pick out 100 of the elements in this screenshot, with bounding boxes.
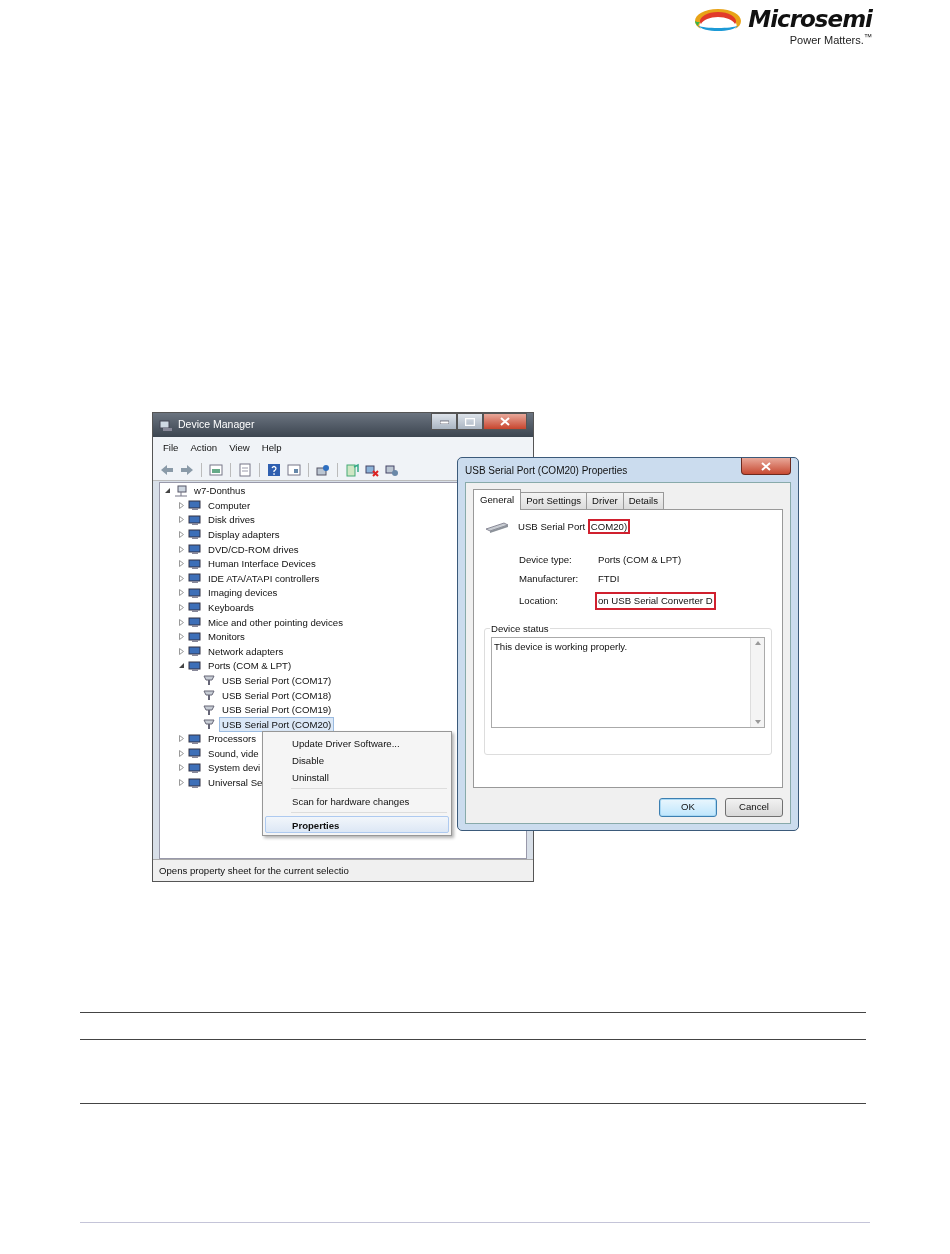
- maximize-button[interactable]: [457, 413, 483, 430]
- expand-arrow-icon[interactable]: [178, 779, 185, 787]
- tree-item[interactable]: Human Interface Devices: [205, 556, 319, 572]
- tree-item[interactable]: Universal Se: [205, 775, 266, 791]
- sheet-icon: [238, 462, 252, 477]
- close-icon: [500, 417, 510, 426]
- menu-item[interactable]: Help: [261, 441, 282, 456]
- device-icon: [188, 543, 202, 556]
- device-manager-icon: [159, 418, 173, 432]
- expand-arrow-icon[interactable]: [178, 516, 185, 524]
- collapse-arrow-icon[interactable]: [178, 662, 185, 670]
- device-icon: [188, 761, 202, 774]
- tree-item[interactable]: Computer: [205, 497, 254, 513]
- property-label: Manufacturer:: [519, 572, 579, 587]
- device-icon: [188, 499, 202, 512]
- expand-arrow-icon[interactable]: [178, 735, 185, 743]
- tree-item[interactable]: Ports (COM & LPT): [205, 658, 295, 674]
- collapse-arrow-icon[interactable]: [164, 487, 171, 495]
- tree-item[interactable]: Monitors: [205, 629, 248, 645]
- tree-item[interactable]: Display adapters: [205, 526, 283, 542]
- tree-item[interactable]: DVD/CD-ROM drives: [205, 541, 302, 557]
- window-title: Device Manager: [178, 417, 255, 433]
- tab[interactable]: Details: [622, 492, 664, 510]
- tree-item[interactable]: USB Serial Port (COM18): [219, 687, 335, 703]
- menu-item[interactable]: Scan for hardware changes: [265, 792, 449, 809]
- expand-arrow-icon[interactable]: [178, 501, 185, 509]
- connector-icon: [202, 689, 216, 701]
- network-computer-icon: [174, 484, 188, 497]
- toolbar-button[interactable]: [208, 461, 224, 478]
- dialog-button[interactable]: Cancel: [725, 798, 783, 817]
- menu-item[interactable]: Properties: [265, 816, 449, 833]
- expand-arrow-icon[interactable]: [178, 545, 185, 553]
- property-label: Device type:: [519, 552, 572, 567]
- tree-item[interactable]: USB Serial Port (COM19): [219, 702, 335, 718]
- tree-item[interactable]: IDE ATA/ATAPI controllers: [205, 570, 323, 586]
- serial-port-icon: [484, 520, 510, 535]
- tab[interactable]: Driver: [586, 492, 624, 510]
- tree-item[interactable]: Sound, vide: [205, 745, 262, 761]
- expand-arrow-icon[interactable]: [178, 603, 185, 611]
- expand-arrow-icon[interactable]: [178, 574, 185, 582]
- expand-arrow-icon[interactable]: [178, 764, 185, 772]
- menu-item[interactable]: Disable: [265, 751, 449, 768]
- status-text-area[interactable]: This device is working properly.: [491, 636, 765, 728]
- expand-arrow-icon[interactable]: [178, 618, 185, 626]
- expand-arrow-icon[interactable]: [178, 749, 185, 757]
- back-arrow-icon: [160, 462, 174, 477]
- device-icon: [188, 659, 202, 672]
- property-label: Location:: [519, 593, 558, 608]
- tree-item[interactable]: System devi: [205, 760, 264, 776]
- logo-tagline: Power Matters.$^{™}$: [789, 34, 872, 48]
- tree-item[interactable]: Imaging devices: [205, 585, 281, 601]
- menu-item[interactable]: File: [163, 441, 179, 456]
- update-driver-icon: [345, 462, 359, 477]
- toolbar-button[interactable]: [286, 461, 302, 478]
- tree-item[interactable]: Network adapters: [205, 643, 287, 659]
- tree-item[interactable]: USB Serial Port (COM20): [219, 716, 335, 732]
- menu-item[interactable]: Update Driver Software...: [265, 734, 449, 751]
- panel-icon: [209, 462, 223, 477]
- expand-arrow-icon[interactable]: [178, 530, 185, 538]
- device-icon: [188, 616, 202, 629]
- property-value: Ports (COM & LPT): [597, 552, 683, 567]
- device-icon: [188, 601, 202, 614]
- disable-device-icon: [385, 462, 399, 477]
- device-icon: [188, 586, 202, 599]
- forward-arrow-icon: [180, 462, 194, 477]
- device-icon: [188, 557, 202, 570]
- expand-arrow-icon[interactable]: [178, 647, 185, 655]
- device-icon: [188, 528, 202, 541]
- scan-icon: [316, 462, 330, 477]
- device-name: USB Serial Port COM20): [518, 520, 631, 535]
- menu-item[interactable]: Action: [190, 441, 218, 456]
- property-value: on USB Serial Converter D: [595, 591, 716, 610]
- scrollbar[interactable]: [750, 637, 764, 727]
- expand-arrow-icon[interactable]: [178, 633, 185, 641]
- expand-arrow-icon[interactable]: [178, 560, 185, 568]
- close-icon: [761, 461, 771, 471]
- dialog-button[interactable]: OK: [659, 798, 717, 817]
- tree-item[interactable]: USB Serial Port (COM17): [219, 672, 335, 688]
- tree-item[interactable]: Processors: [205, 731, 259, 747]
- device-icon: [188, 776, 202, 789]
- tree-item[interactable]: Keyboards: [205, 599, 257, 615]
- toolbar-button[interactable]: [266, 461, 282, 478]
- status-text: This device is working properly.: [494, 640, 628, 652]
- tree-item[interactable]: w7-Donthus: [191, 483, 249, 499]
- tab[interactable]: General: [473, 489, 522, 511]
- close-button[interactable]: [483, 413, 527, 430]
- tree-item[interactable]: Mice and other pointing devices: [205, 614, 346, 630]
- menu-item[interactable]: View: [229, 441, 250, 456]
- property-value: FTDI: [597, 572, 621, 587]
- logo-wordmark: Microsemi: [748, 7, 872, 31]
- minimize-icon: [439, 419, 449, 424]
- menu-item[interactable]: Uninstall: [265, 768, 449, 785]
- tree-item[interactable]: Disk drives: [205, 512, 258, 528]
- scroll-up-icon: [754, 640, 761, 645]
- remove-device-icon: [365, 462, 379, 477]
- minimize-button[interactable]: [431, 413, 457, 430]
- connector-icon: [202, 718, 216, 731]
- expand-arrow-icon[interactable]: [178, 589, 185, 597]
- close-button[interactable]: [741, 458, 791, 475]
- tab[interactable]: Port Settings: [520, 492, 588, 510]
